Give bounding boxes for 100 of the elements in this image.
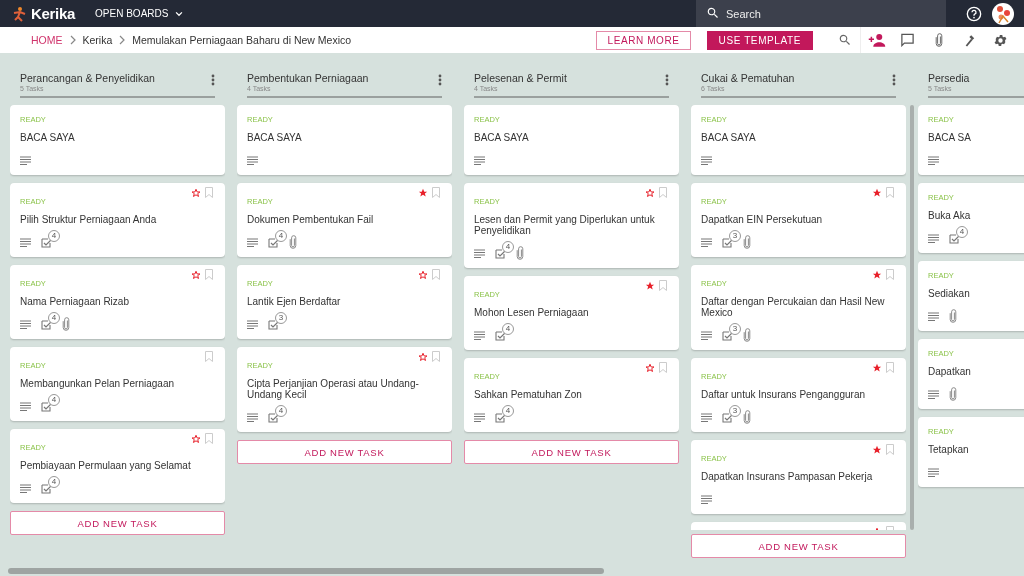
task-title: BACA SAYA	[20, 132, 76, 143]
task-title: Tetapkan	[928, 444, 970, 455]
column-title: Cukai & Pematuhan	[701, 72, 795, 84]
task-title: Dapatkan EIN Persekutuan	[701, 214, 824, 225]
task-title: Sediakan	[928, 288, 971, 299]
star-icon[interactable]	[872, 187, 882, 198]
star-icon[interactable]	[872, 444, 882, 455]
chevron-right-icon	[68, 35, 77, 45]
task-title: Cipta Perjanjian Operasi atau Undang-Undang Kecil	[247, 378, 420, 400]
description-icon	[247, 155, 258, 165]
checklist-icon	[722, 329, 733, 341]
settings-icon[interactable]	[993, 32, 1008, 48]
star-icon[interactable]	[191, 187, 201, 198]
description-icon	[701, 155, 712, 165]
checklist-count: 4	[502, 322, 514, 335]
task-title: Dapatkan	[928, 366, 972, 377]
column-title: Pelesenan & Permit	[474, 72, 567, 84]
paperclip-icon[interactable]	[934, 33, 943, 47]
learn-more-button[interactable]: LEARN MORE	[596, 30, 691, 50]
column-title: Persedia	[928, 72, 970, 84]
description-icon	[474, 330, 485, 340]
checklist-icon	[949, 232, 960, 244]
checklist-icon	[41, 318, 52, 330]
star-icon[interactable]	[645, 187, 655, 198]
star-icon[interactable]	[418, 269, 428, 280]
task-title: Membangunkan Pelan Perniagaan	[20, 378, 175, 389]
checklist-icon	[722, 411, 733, 423]
column-title: Perancangan & Penyelidikan	[20, 72, 155, 84]
more-menu-icon[interactable]	[438, 74, 442, 86]
description-icon	[247, 412, 258, 422]
vertical-scrollbar[interactable]	[910, 105, 914, 530]
add-person-icon[interactable]	[867, 33, 886, 47]
checklist-icon	[268, 411, 279, 423]
checklist-icon	[722, 236, 733, 248]
chat-icon[interactable]	[900, 33, 915, 47]
description-icon	[20, 155, 31, 165]
checklist-count: 3	[729, 322, 741, 335]
task-title: BACA SAYA	[701, 132, 757, 143]
star-icon[interactable]	[418, 351, 428, 362]
horizontal-scrollbar[interactable]	[8, 568, 604, 574]
description-icon	[474, 248, 485, 258]
star-icon[interactable]	[872, 362, 882, 373]
wrench-icon[interactable]	[963, 33, 976, 47]
checklist-count: 4	[275, 404, 287, 417]
checklist-count: 4	[956, 225, 968, 238]
description-icon	[474, 412, 485, 422]
task-title: Dapatkan Insurans Pampasan Pekerja	[701, 471, 874, 482]
star-icon[interactable]	[872, 269, 882, 280]
avatar[interactable]	[992, 2, 1014, 25]
checklist-count: 4	[48, 393, 60, 406]
use-template-button[interactable]: USE TEMPLATE	[706, 30, 813, 50]
task-title: Lesen dan Permit yang Diperlukan untuk Penyelidikan	[474, 214, 656, 236]
more-menu-icon[interactable]	[665, 74, 669, 86]
task-title: Daftar untuk Insurans Pengangguran	[701, 389, 866, 400]
add-task-button[interactable]: ADD NEW TASK	[10, 511, 225, 535]
task-title: BACA SAYA	[474, 132, 530, 143]
more-menu-icon[interactable]	[892, 74, 896, 86]
add-task-button[interactable]: ADD NEW TASK	[691, 534, 906, 558]
task-title: BACA SAYA	[247, 132, 303, 143]
task-title: BACA SA	[928, 132, 972, 143]
task-title: Pilih Struktur Perniagaan Anda	[20, 214, 158, 225]
checklist-icon	[41, 482, 52, 494]
description-icon	[928, 389, 939, 399]
task-title: Mohon Lesen Perniagaan	[474, 307, 590, 318]
checklist-count: 4	[502, 404, 514, 417]
star-icon[interactable]	[645, 280, 655, 291]
description-icon	[474, 155, 485, 165]
search-icon	[706, 6, 720, 20]
description-icon	[701, 237, 712, 247]
checklist-icon	[41, 400, 52, 412]
breadcrumb-link[interactable]: HOME	[31, 34, 63, 46]
more-menu-icon[interactable]	[211, 74, 215, 86]
task-title: Lantik Ejen Berdaftar	[247, 296, 342, 307]
star-icon[interactable]	[418, 187, 428, 198]
add-task-button[interactable]: ADD NEW TASK	[464, 440, 679, 464]
checklist-count: 4	[502, 240, 514, 253]
description-icon	[20, 483, 31, 493]
description-icon	[928, 233, 939, 243]
star-icon[interactable]	[645, 362, 655, 373]
task-title: Dokumen Pembentukan Fail	[247, 214, 375, 225]
description-icon	[247, 319, 258, 329]
board-title: Memulakan Perniagaan Baharu di New Mexico	[132, 34, 352, 46]
checklist-icon	[268, 318, 279, 330]
help-icon[interactable]	[966, 5, 982, 22]
open-boards-menu[interactable]: OPEN BOARDS	[95, 8, 185, 19]
description-icon	[701, 330, 712, 340]
star-icon[interactable]	[191, 433, 201, 444]
task-title: Buka Aka	[928, 210, 972, 221]
breadcrumb-link[interactable]: Kerika	[82, 34, 113, 46]
task-title: Nama Perniagaan Rizab	[20, 296, 130, 307]
search-icon[interactable]	[837, 33, 852, 47]
checklist-count: 4	[275, 229, 287, 242]
checklist-count: 3	[729, 229, 741, 242]
checklist-icon	[41, 236, 52, 248]
description-icon	[20, 237, 31, 247]
search-field[interactable]: Search	[696, 0, 946, 27]
checklist-icon	[495, 247, 506, 259]
add-task-button[interactable]: ADD NEW TASK	[237, 440, 452, 464]
logo-icon	[12, 5, 28, 22]
star-icon[interactable]	[191, 269, 201, 280]
